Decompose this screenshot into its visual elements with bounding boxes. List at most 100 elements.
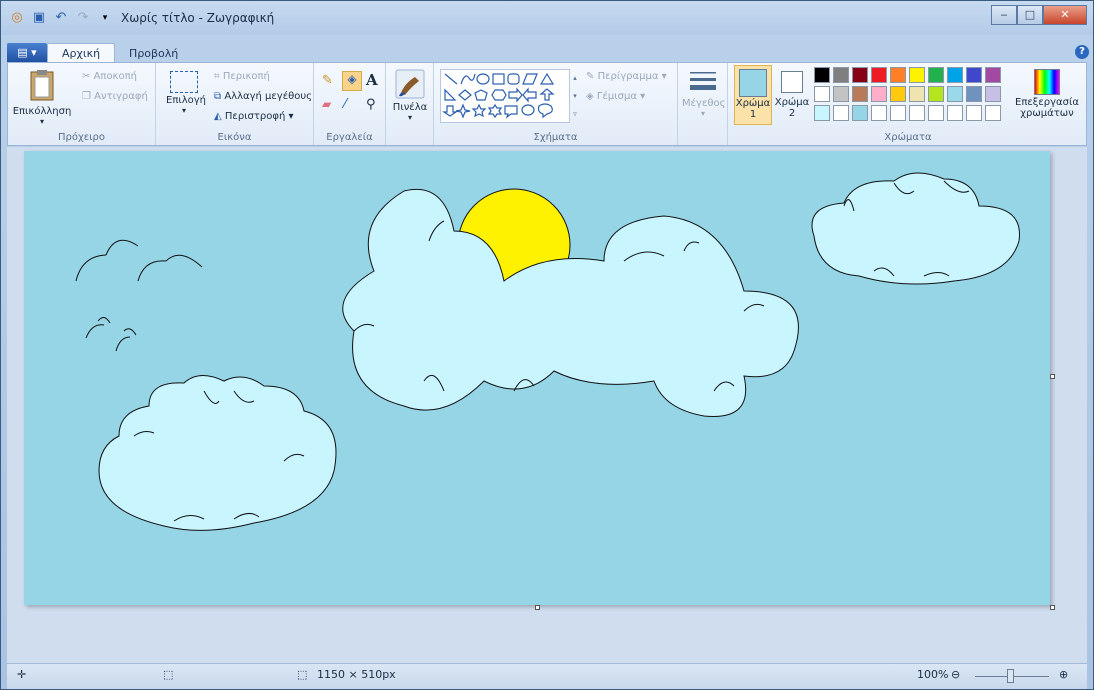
color-swatch[interactable] xyxy=(814,105,830,121)
shapes-gallery[interactable] xyxy=(440,69,570,123)
color1-label: Χρώμα xyxy=(735,98,771,109)
birds xyxy=(75,239,203,352)
tab-view[interactable]: Προβολή xyxy=(115,44,192,63)
color-swatch[interactable] xyxy=(871,67,887,83)
color-swatch[interactable] xyxy=(928,105,944,121)
close-button[interactable]: ✕ xyxy=(1043,5,1087,25)
brushes-button[interactable]: Πινέλα ▾ xyxy=(392,69,428,122)
color-swatch[interactable] xyxy=(814,86,830,102)
paste-button[interactable]: Επικόλληση ▾ xyxy=(12,69,72,126)
resize-button[interactable]: ⧉ Αλλαγή μεγέθους xyxy=(214,91,312,102)
color-swatch[interactable] xyxy=(833,67,849,83)
edit-colors-button[interactable]: Επεξεργασία χρωμάτων xyxy=(1014,67,1080,119)
color-swatch[interactable] xyxy=(985,105,1001,121)
color-swatch[interactable] xyxy=(814,67,830,83)
ribbon: Επικόλληση ▾ ✂ Αποκοπή ❐ Αντιγραφή Πρόχε… xyxy=(7,62,1087,146)
size-button[interactable]: Μέγεθος ▾ xyxy=(682,69,725,118)
select-label: Επιλογή xyxy=(166,95,207,106)
eraser-icon: ▰ xyxy=(322,97,332,111)
color-swatch[interactable] xyxy=(890,105,906,121)
canvas-area[interactable] xyxy=(7,147,1087,663)
outline-button[interactable]: ✎ Περίγραμμα ▾ xyxy=(586,71,667,82)
resize-icon: ⧉ xyxy=(214,91,222,102)
color-swatch[interactable] xyxy=(871,86,887,102)
color-swatch[interactable] xyxy=(928,86,944,102)
crop-button[interactable]: ⌗ Περικοπή xyxy=(214,71,270,82)
undo-icon[interactable]: ↶ xyxy=(53,10,69,26)
redo-icon[interactable]: ↷ xyxy=(75,10,91,26)
color-swatch[interactable] xyxy=(966,86,982,102)
paint-app-icon[interactable]: ◎ xyxy=(9,10,25,26)
drawing-canvas[interactable] xyxy=(24,151,1050,605)
magnifier-tool[interactable]: ⚲ xyxy=(366,97,376,112)
resize-handle-right[interactable] xyxy=(1050,374,1055,379)
paint-menu-button[interactable]: ▤ ▾ xyxy=(7,43,47,63)
color1-swatch xyxy=(739,69,767,97)
colors-group-label: Χρώματα xyxy=(884,132,932,143)
text-icon: A xyxy=(366,71,378,89)
tab-home[interactable]: Αρχική xyxy=(47,43,116,63)
color-swatch[interactable] xyxy=(985,86,1001,102)
crop-label: Περικοπή xyxy=(222,71,270,82)
zoom-in-button[interactable]: ⊕ xyxy=(1059,668,1068,681)
color-swatch[interactable] xyxy=(985,67,1001,83)
color-swatch[interactable] xyxy=(909,67,925,83)
status-bar: ✛ ⬚ ⬚ 1150 × 510px 100% ⊖ ⊕ xyxy=(7,663,1087,689)
eyedropper-icon: ⁄ xyxy=(344,97,347,112)
color2-button[interactable]: Χρώμα 2 xyxy=(774,65,810,125)
zoom-slider-thumb[interactable] xyxy=(1007,669,1014,683)
copy-icon: ❐ xyxy=(82,91,91,102)
fill-tool[interactable]: ◈ xyxy=(342,71,362,91)
pencil-tool[interactable]: ✎ xyxy=(322,73,333,88)
zoom-out-button[interactable]: ⊖ xyxy=(951,668,960,681)
rotate-icon: ◭ xyxy=(214,111,222,122)
cut-button[interactable]: ✂ Αποκοπή xyxy=(82,71,137,82)
color-swatch[interactable] xyxy=(852,86,868,102)
color-swatch[interactable] xyxy=(928,67,944,83)
resize-handle-corner[interactable] xyxy=(1050,605,1055,610)
color-swatch[interactable] xyxy=(833,86,849,102)
color-swatch[interactable] xyxy=(890,86,906,102)
resize-label: Αλλαγή μεγέθους xyxy=(224,91,313,102)
color2-swatch xyxy=(781,71,803,93)
select-button[interactable]: Επιλογή ▾ xyxy=(166,69,207,115)
clipboard-group-label: Πρόχειρο xyxy=(57,132,106,143)
color-swatch[interactable] xyxy=(871,105,887,121)
color-swatch[interactable] xyxy=(909,86,925,102)
color1-button[interactable]: Χρώμα 1 xyxy=(734,65,772,125)
color-swatch[interactable] xyxy=(852,67,868,83)
resize-handle-bottom[interactable] xyxy=(535,605,540,610)
right-cloud xyxy=(811,172,1020,285)
save-icon[interactable]: ▣ xyxy=(31,10,47,26)
color-swatch[interactable] xyxy=(909,105,925,121)
color-swatch[interactable] xyxy=(947,67,963,83)
text-tool[interactable]: A xyxy=(366,71,378,89)
pencil-icon: ✎ xyxy=(322,73,333,88)
color-swatch[interactable] xyxy=(890,67,906,83)
drawing xyxy=(75,172,1020,531)
maximize-button[interactable]: □ xyxy=(1017,5,1043,25)
color1-number: 1 xyxy=(749,109,757,120)
color-swatch[interactable] xyxy=(852,105,868,121)
cut-label: Αποκοπή xyxy=(93,71,137,82)
minimize-button[interactable]: ‒ xyxy=(991,5,1017,25)
eraser-tool[interactable]: ▰ xyxy=(322,97,331,111)
color-swatch[interactable] xyxy=(947,105,963,121)
rotate-button[interactable]: ◭ Περιστροφή ▾ xyxy=(214,111,294,122)
help-icon[interactable]: ? xyxy=(1075,45,1089,59)
color-swatch[interactable] xyxy=(966,67,982,83)
color-swatch[interactable] xyxy=(833,105,849,121)
color-swatch[interactable] xyxy=(947,86,963,102)
shapes-gallery-icons xyxy=(442,72,555,119)
color2-number: 2 xyxy=(788,108,796,119)
customize-quick-access-icon[interactable]: ▾ xyxy=(97,10,113,26)
color-wheel-icon xyxy=(1034,69,1060,95)
fill-button[interactable]: ◈ Γέμισμα ▾ xyxy=(586,91,645,102)
canvas-dimensions: 1150 × 510px xyxy=(317,668,396,681)
line-size-icon xyxy=(690,72,716,90)
shapes-gallery-scroll[interactable]: ▴ ▾ ▿ xyxy=(571,69,579,123)
canvas-size-icon: ⬚ xyxy=(297,668,308,681)
color-swatch[interactable] xyxy=(966,105,982,121)
copy-button[interactable]: ❐ Αντιγραφή xyxy=(82,91,148,102)
color-picker-tool[interactable]: ⁄ xyxy=(344,97,346,112)
